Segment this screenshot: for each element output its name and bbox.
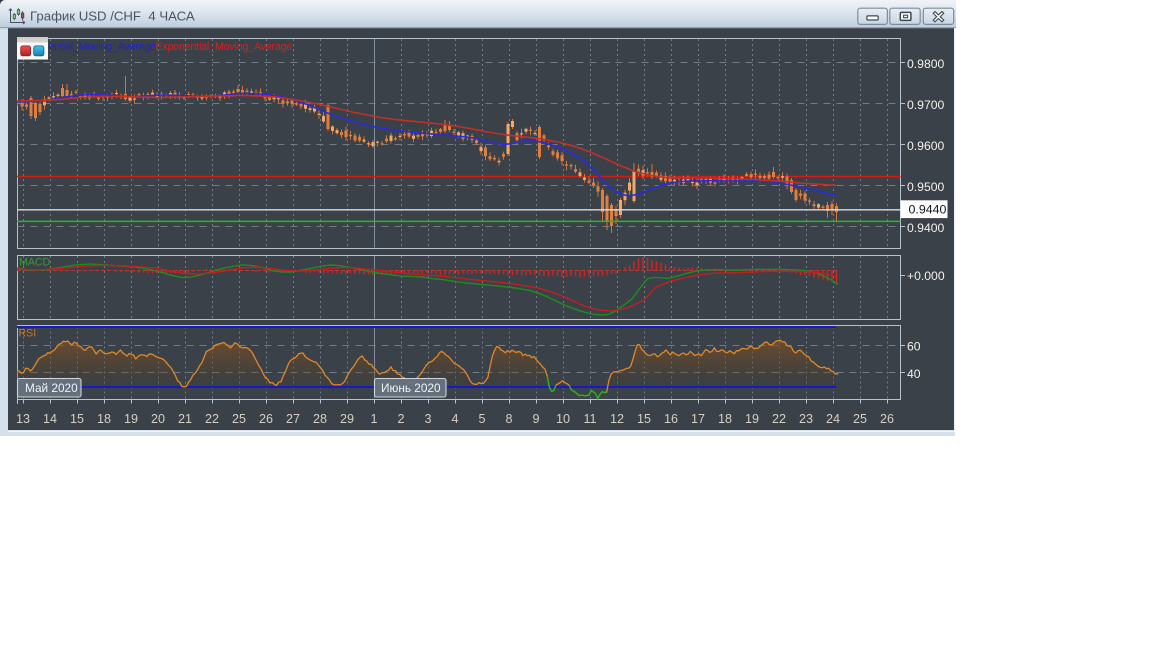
svg-text:ential_Moving_Average: ential_Moving_Average bbox=[49, 41, 157, 53]
svg-text:4: 4 bbox=[451, 412, 458, 426]
svg-text:8: 8 bbox=[505, 412, 512, 426]
svg-text:29: 29 bbox=[340, 412, 354, 426]
svg-text:Июнь 2020: Июнь 2020 bbox=[381, 381, 441, 395]
svg-text:MACD: MACD bbox=[19, 257, 51, 269]
svg-text:RSI: RSI bbox=[19, 328, 37, 340]
svg-text:5: 5 bbox=[478, 412, 485, 426]
svg-text:17: 17 bbox=[691, 412, 705, 426]
svg-text:26: 26 bbox=[259, 412, 273, 426]
svg-text:25: 25 bbox=[232, 412, 246, 426]
svg-text:0.9700: 0.9700 bbox=[907, 98, 944, 112]
svg-text:0.9600: 0.9600 bbox=[907, 139, 944, 153]
svg-text:13: 13 bbox=[16, 412, 30, 426]
svg-text:27: 27 bbox=[286, 412, 300, 426]
svg-text:Exponential_Moving_Average: Exponential_Moving_Average bbox=[156, 41, 293, 53]
svg-text:12: 12 bbox=[610, 412, 624, 426]
svg-text:2: 2 bbox=[397, 412, 404, 426]
svg-text:19: 19 bbox=[124, 412, 138, 426]
svg-text:22: 22 bbox=[772, 412, 786, 426]
svg-text:24: 24 bbox=[826, 412, 840, 426]
svg-text:Май 2020: Май 2020 bbox=[25, 381, 78, 395]
svg-text:9: 9 bbox=[532, 412, 539, 426]
svg-text:0.9440: 0.9440 bbox=[909, 203, 947, 217]
svg-text:20: 20 bbox=[151, 412, 165, 426]
svg-text:15: 15 bbox=[70, 412, 84, 426]
svg-text:28: 28 bbox=[313, 412, 327, 426]
svg-text:0.9400: 0.9400 bbox=[907, 221, 944, 235]
svg-text:0.9800: 0.9800 bbox=[907, 57, 944, 71]
svg-text:25: 25 bbox=[853, 412, 867, 426]
svg-text:+0.000: +0.000 bbox=[907, 269, 945, 283]
svg-text:1: 1 bbox=[370, 412, 377, 426]
svg-text:19: 19 bbox=[745, 412, 759, 426]
svg-text:3: 3 bbox=[424, 412, 431, 426]
svg-text:14: 14 bbox=[43, 412, 57, 426]
svg-text:10: 10 bbox=[556, 412, 570, 426]
svg-text:11: 11 bbox=[583, 412, 596, 426]
svg-text:40: 40 bbox=[907, 367, 921, 381]
svg-text:22: 22 bbox=[205, 412, 219, 426]
svg-text:18: 18 bbox=[718, 412, 732, 426]
svg-text:26: 26 bbox=[880, 412, 894, 426]
svg-text:График USD /CHF 4 ЧАСА: График USD /CHF 4 ЧАСА bbox=[30, 9, 195, 24]
svg-text:15: 15 bbox=[637, 412, 651, 426]
svg-text:60: 60 bbox=[907, 339, 921, 353]
svg-text:23: 23 bbox=[799, 412, 813, 426]
svg-text:16: 16 bbox=[664, 412, 678, 426]
svg-text:18: 18 bbox=[97, 412, 111, 426]
svg-text:21: 21 bbox=[178, 412, 192, 426]
svg-text:0.9500: 0.9500 bbox=[907, 180, 944, 194]
